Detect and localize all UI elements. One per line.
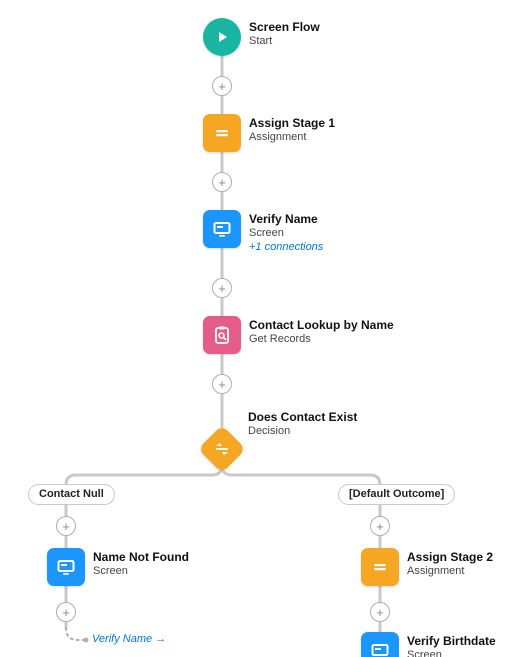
screen-icon <box>361 632 399 657</box>
node-assign-stage-1[interactable]: Assign Stage 1 Assignment <box>203 114 335 152</box>
node-labels: Verify Birthdate Screen <box>407 632 496 657</box>
get-records-icon <box>203 316 241 354</box>
node-title: Assign Stage 2 <box>407 550 493 565</box>
add-element-button[interactable]: + <box>212 374 232 394</box>
node-labels: Verify Name Screen +1 connections <box>249 210 323 255</box>
node-title: Name Not Found <box>93 550 189 565</box>
add-element-button[interactable]: + <box>212 278 232 298</box>
play-icon <box>203 18 241 56</box>
node-title: Screen Flow <box>249 20 320 35</box>
node-title: Contact Lookup by Name <box>249 318 394 333</box>
outcome-label-right[interactable]: [Default Outcome] <box>338 484 455 505</box>
node-labels: Name Not Found Screen <box>93 548 189 579</box>
node-subtitle: Screen <box>93 565 189 579</box>
node-contact-lookup[interactable]: Contact Lookup by Name Get Records <box>203 316 394 354</box>
node-verify-birthdate[interactable]: Verify Birthdate Screen <box>361 632 496 657</box>
add-element-button[interactable]: + <box>212 76 232 96</box>
node-subtitle: Get Records <box>249 333 394 347</box>
add-element-button[interactable]: + <box>56 516 76 536</box>
add-element-button[interactable]: + <box>56 602 76 622</box>
add-element-button[interactable]: + <box>370 602 390 622</box>
node-subtitle: Decision <box>248 425 357 439</box>
node-labels: Assign Stage 2 Assignment <box>407 548 493 579</box>
node-subtitle: Screen <box>407 649 496 657</box>
node-labels: Assign Stage 1 Assignment <box>249 114 335 145</box>
node-start[interactable]: Screen Flow Start <box>203 18 320 56</box>
node-title: Verify Name <box>249 212 323 227</box>
node-title: Verify Birthdate <box>407 634 496 649</box>
node-assign-stage-2[interactable]: Assign Stage 2 Assignment <box>361 548 493 586</box>
node-decision-labels: Does Contact Exist Decision <box>248 408 357 439</box>
node-decision[interactable] <box>205 432 239 466</box>
outcome-label-left[interactable]: Contact Null <box>28 484 115 505</box>
add-element-button[interactable]: + <box>370 516 390 536</box>
node-subtitle: Screen <box>249 227 323 241</box>
decision-icon <box>198 425 246 473</box>
node-title: Does Contact Exist <box>248 410 357 425</box>
node-extra-connections[interactable]: +1 connections <box>249 241 323 255</box>
node-subtitle: Start <box>249 35 320 49</box>
node-labels: Does Contact Exist Decision <box>248 408 357 439</box>
node-title: Assign Stage 1 <box>249 116 335 131</box>
flow-canvas: + + + + + + + + Contact Null [Default Ou… <box>0 0 529 657</box>
node-subtitle: Assignment <box>407 565 493 579</box>
node-labels: Contact Lookup by Name Get Records <box>249 316 394 347</box>
node-name-not-found[interactable]: Name Not Found Screen <box>47 548 189 586</box>
node-labels: Screen Flow Start <box>249 18 320 49</box>
add-element-button[interactable]: + <box>212 172 232 192</box>
screen-icon <box>47 548 85 586</box>
assignment-icon <box>361 548 399 586</box>
node-subtitle: Assignment <box>249 131 335 145</box>
node-verify-name[interactable]: Verify Name Screen +1 connections <box>203 210 323 255</box>
assignment-icon <box>203 114 241 152</box>
screen-icon <box>203 210 241 248</box>
goto-verify-name[interactable]: Verify Name → <box>92 633 166 645</box>
